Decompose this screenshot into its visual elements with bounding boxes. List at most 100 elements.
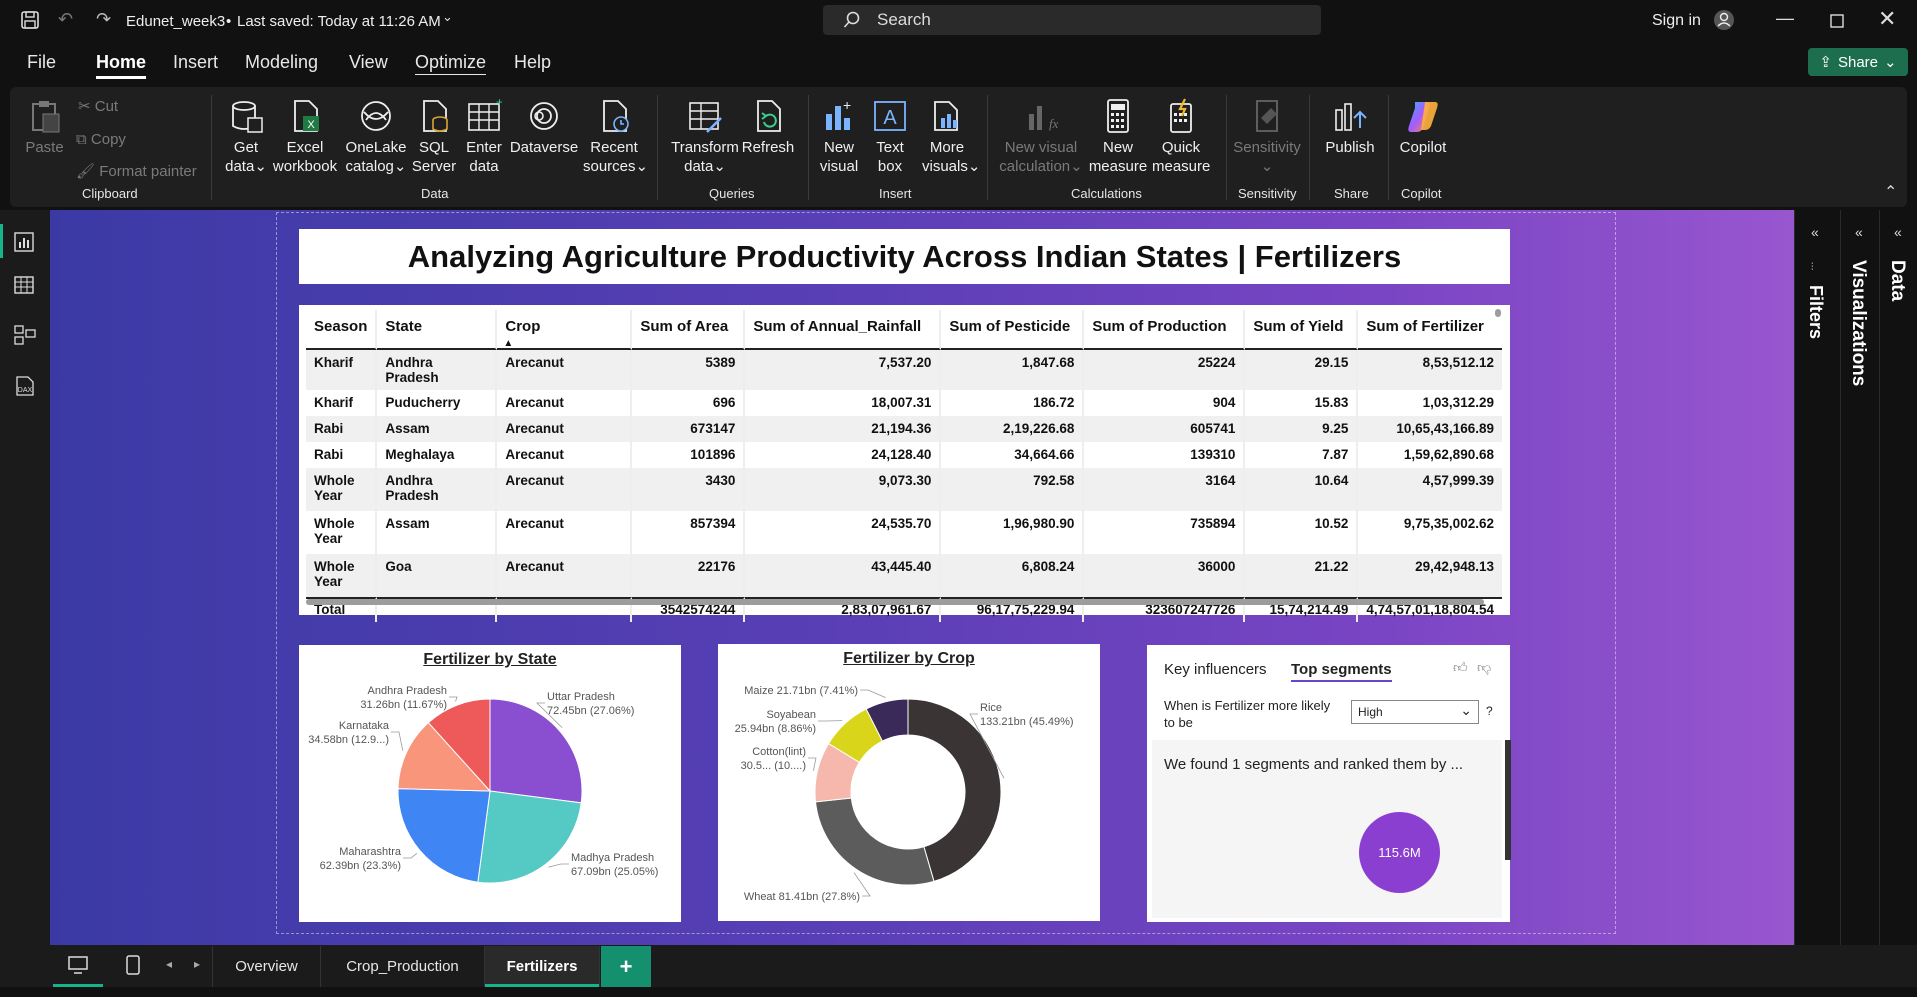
sign-in-link[interactable]: Sign in [1652, 12, 1701, 30]
share-button[interactable]: ⇪ Share ⌄ [1808, 48, 1908, 76]
data-pane[interactable]: « Data [1879, 210, 1917, 987]
save-icon[interactable] [20, 10, 40, 30]
vertical-scrollbar[interactable] [1505, 740, 1511, 860]
visualizations-pane[interactable]: « Visualizations [1840, 210, 1878, 987]
thumbs-down-icon[interactable]: 👎︎ [1477, 659, 1491, 676]
column-header-pesticide[interactable]: Sum of Pesticide [941, 310, 1085, 350]
onelake-catalog-button[interactable]: OneLake catalog⌄ [344, 98, 408, 176]
tab-key-influencers[interactable]: Key influencers [1164, 661, 1267, 678]
menu-modeling[interactable]: Modeling [245, 52, 318, 73]
chevron-down-icon[interactable]: ⌄ [442, 9, 453, 25]
menu-insert[interactable]: Insert [173, 52, 218, 73]
column-header-production[interactable]: Sum of Production [1084, 310, 1246, 350]
column-header-crop[interactable]: Crop ▲ [497, 310, 633, 350]
filters-pane[interactable]: « ⫶ Filters [1794, 210, 1839, 945]
menu-home[interactable]: Home [96, 52, 147, 79]
refresh-button[interactable]: Refresh [741, 98, 795, 157]
maximize-icon[interactable] [1830, 14, 1844, 28]
pie-slice[interactable] [397, 788, 491, 883]
menu-optimize[interactable]: Optimize [415, 52, 486, 73]
desktop-layout-button[interactable] [53, 946, 103, 987]
menu-view[interactable]: View [349, 52, 388, 73]
scrollbar-thumb[interactable] [306, 599, 1484, 605]
menu-help[interactable]: Help [514, 52, 551, 73]
table-row[interactable]: Rabi Meghalaya Arecanut 101896 24,128.40 34,6… [306, 442, 1502, 468]
vertical-scrollbar-thumb[interactable] [1495, 309, 1501, 317]
dataverse-button[interactable]: Dataverse [509, 98, 579, 157]
scroll-tabs-left-icon[interactable]: ◂ [166, 957, 172, 971]
table-view-icon[interactable] [14, 275, 34, 295]
column-header-fertilizer[interactable]: Sum of Fertilizer [1358, 310, 1502, 350]
column-header-state[interactable]: State [377, 310, 498, 350]
publish-button[interactable]: Publish [1320, 98, 1380, 157]
value-dropdown[interactable]: High ⌄ [1351, 700, 1479, 724]
more-visuals-button[interactable]: More visuals⌄ [922, 98, 980, 176]
format-painter-button[interactable]: 🖌 Format painter [76, 162, 197, 181]
saved-status[interactable]: Last saved: Today at 11:26 AM [237, 13, 441, 30]
column-header-season[interactable]: Season [306, 310, 378, 350]
paste-button[interactable]: Paste [22, 98, 67, 157]
table-row[interactable]: Kharif Andhra Pradesh Arecanut 5389 7,537.20… [306, 350, 1502, 390]
table-row[interactable]: Whole Year Andhra Pradesh Arecanut 3430 9,07… [306, 468, 1502, 511]
tab-top-segments[interactable]: Top segments [1291, 661, 1392, 682]
mobile-layout-icon[interactable] [126, 955, 140, 975]
table-row[interactable]: Kharif Puducherry Arecanut 696 18,007.31 186.… [306, 390, 1502, 416]
quick-measure-button[interactable]: Quick measure [1152, 98, 1210, 176]
horizontal-scrollbar[interactable] [306, 599, 1484, 605]
thumbs-up-icon[interactable]: 👍︎ [1453, 659, 1468, 676]
expand-filters-icon[interactable]: « [1811, 224, 1819, 240]
key-influencers-visual[interactable]: Key influencers Top segments 👍︎ 👎︎ When … [1147, 645, 1511, 922]
dax-query-view-icon[interactable]: DAX [14, 375, 36, 397]
matrix-table-visual[interactable]: Season State Crop ▲ Sum of Area Sum of An… [299, 305, 1510, 622]
pie-slice[interactable] [814, 797, 935, 886]
menu-file[interactable]: File [27, 52, 56, 73]
report-view-icon[interactable] [14, 232, 34, 252]
pie-slice[interactable] [477, 790, 582, 884]
tab-overview[interactable]: Overview [212, 946, 321, 987]
recent-sources-button[interactable]: Recent sources⌄ [583, 98, 648, 176]
fertilizer-by-state-chart[interactable]: Fertilizer by State Uttar Pradesh 72.45bn… [299, 645, 681, 922]
expand-data-icon[interactable]: « [1894, 224, 1902, 240]
new-visual-calculation-button[interactable]: fx New visual calculation⌄ [995, 98, 1087, 176]
new-measure-button[interactable]: New measure [1088, 98, 1148, 176]
segment-bubble[interactable]: 115.6M [1359, 812, 1440, 893]
transform-data-button[interactable]: Transform data⌄ [669, 98, 741, 176]
collapse-ribbon-icon[interactable]: ⌃ [1884, 182, 1897, 202]
scroll-tabs-right-icon[interactable]: ▸ [194, 957, 200, 971]
redo-icon[interactable]: ↷ [96, 9, 111, 30]
minimize-icon[interactable]: — [1776, 8, 1794, 29]
help-icon[interactable]: ? [1486, 704, 1493, 718]
undo-icon[interactable]: ↶ [58, 9, 73, 30]
add-page-button[interactable]: + [601, 946, 651, 987]
sensitivity-button[interactable]: Sensitivity ⌄ [1232, 98, 1302, 176]
data-label[interactable]: Data [1886, 260, 1908, 301]
text-box-button[interactable]: A Text box [866, 98, 914, 176]
search-box[interactable]: Search [823, 5, 1321, 35]
close-icon[interactable]: ✕ [1878, 6, 1896, 32]
tab-crop-production[interactable]: Crop_Production [321, 946, 485, 987]
filters-label[interactable]: Filters [1805, 285, 1826, 339]
excel-workbook-button[interactable]: X Excel workbook [272, 98, 338, 176]
copy-button[interactable]: ⧉ Copy [76, 130, 126, 149]
column-header-yield[interactable]: Sum of Yield [1245, 310, 1359, 350]
enter-data-button[interactable]: + Enter data [461, 98, 507, 176]
copilot-button[interactable]: Copilot [1396, 98, 1450, 157]
report-title-card[interactable]: Analyzing Agriculture Productivity Acros… [299, 229, 1510, 284]
column-header-rainfall[interactable]: Sum of Annual_Rainfall [745, 310, 942, 350]
leader-line [391, 731, 404, 751]
table-row[interactable]: Rabi Assam Arecanut 673147 21,194.36 2,19,226… [306, 416, 1502, 442]
user-avatar-icon[interactable] [1713, 9, 1735, 31]
fertilizer-by-crop-chart[interactable]: Fertilizer by Crop Rice 133.21bn (45.49%)… [718, 644, 1100, 921]
new-visual-button[interactable]: + New visual [818, 98, 860, 176]
visualizations-label[interactable]: Visualizations [1847, 260, 1869, 386]
cut-button[interactable]: ✂ Cut [78, 97, 118, 116]
get-data-button[interactable]: Get data⌄ [222, 98, 270, 176]
data-table[interactable]: Season State Crop ▲ Sum of Area Sum of An… [306, 310, 1502, 622]
sql-server-button[interactable]: SQL Server [411, 98, 457, 176]
expand-visualizations-icon[interactable]: « [1855, 224, 1863, 240]
tab-fertilizers[interactable]: Fertilizers [485, 946, 600, 987]
table-row[interactable]: Whole Year Goa Arecanut 22176 43,445.40 6,808… [306, 554, 1502, 597]
table-row[interactable]: Whole Year Assam Arecanut 857394 24,535.70 1,… [306, 511, 1502, 554]
column-header-area[interactable]: Sum of Area [632, 310, 746, 350]
model-view-icon[interactable] [14, 325, 36, 345]
